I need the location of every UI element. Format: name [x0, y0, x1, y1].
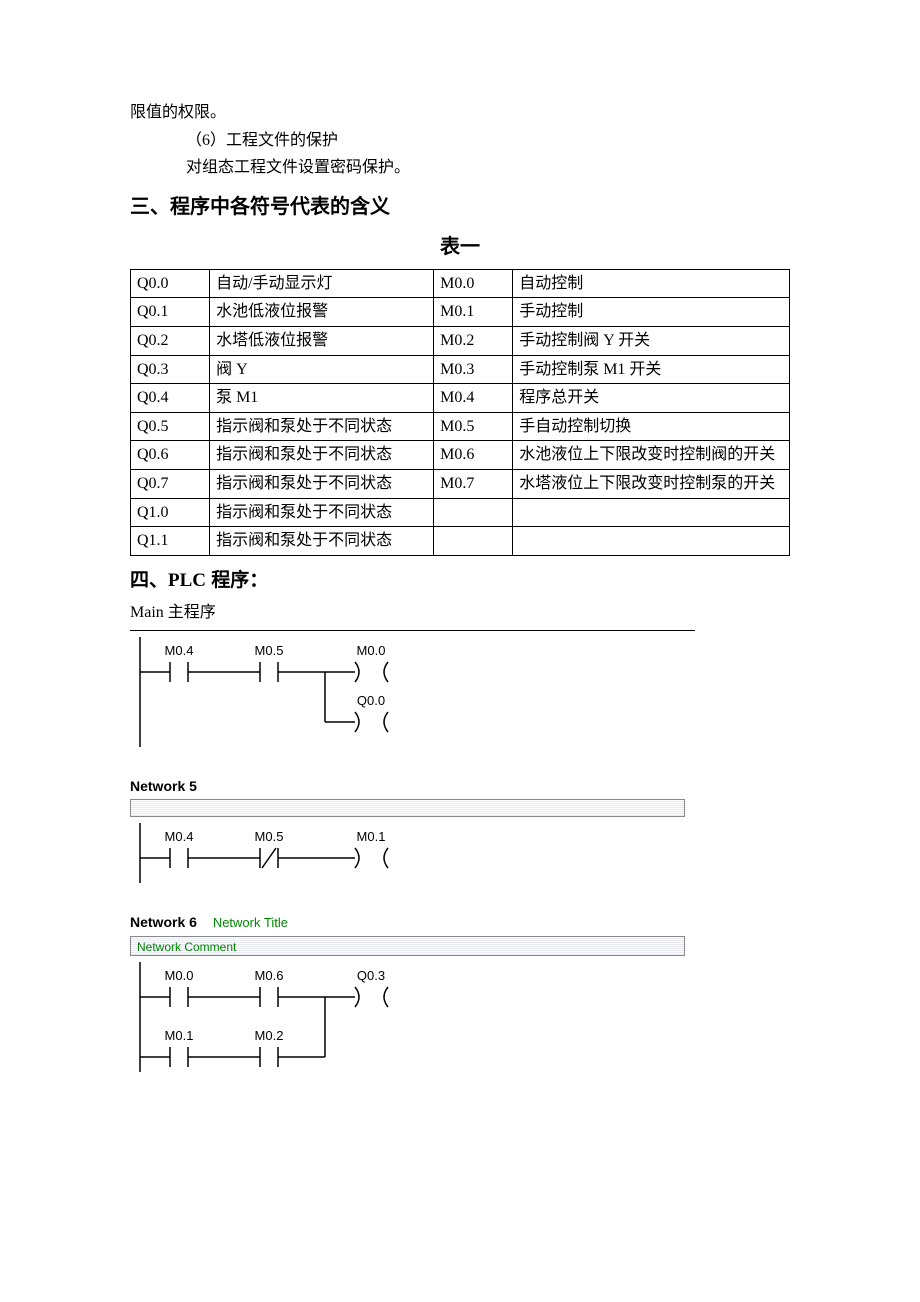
table-cell: 水塔低液位报警: [210, 326, 434, 355]
network-6-label: Network 6 Network Title: [130, 911, 695, 934]
table-caption: 表一: [130, 231, 790, 263]
table-cell: Q0.0: [131, 269, 210, 298]
table-row: Q0.0自动/手动显示灯M0.0自动控制: [131, 269, 790, 298]
table-row: Q0.5指示阀和泵处于不同状态M0.5手自动控制切换: [131, 412, 790, 441]
contact-label: M0.5: [255, 643, 284, 658]
table-row: Q0.4泵 M1M0.4程序总开关: [131, 384, 790, 413]
table-cell: [513, 498, 790, 527]
table-cell: M0.0: [434, 269, 513, 298]
coil-label: Q0.0: [357, 693, 385, 708]
table-cell: Q1.0: [131, 498, 210, 527]
table-cell: [434, 527, 513, 556]
heading4-latin: PLC: [168, 570, 206, 591]
network-5-label: Network 5: [130, 775, 695, 797]
table-row: Q0.6指示阀和泵处于不同状态M0.6水池液位上下限改变时控制阀的开关: [131, 441, 790, 470]
contact-label: M0.5: [255, 829, 284, 844]
table-row: Q1.1指示阀和泵处于不同状态: [131, 527, 790, 556]
table-row: Q0.7指示阀和泵处于不同状态M0.7水塔液位上下限改变时控制泵的开关: [131, 469, 790, 498]
network-6-comment-bar: Network Comment: [130, 936, 685, 956]
coil-label: M0.1: [357, 829, 386, 844]
contact-label: M0.4: [165, 829, 194, 844]
table-cell: [513, 527, 790, 556]
table-cell: 指示阀和泵处于不同状态: [210, 498, 434, 527]
table-cell: M0.6: [434, 441, 513, 470]
table-cell: Q1.1: [131, 527, 210, 556]
table-cell: M0.4: [434, 384, 513, 413]
table-cell: Q0.7: [131, 469, 210, 498]
table-cell: M0.5: [434, 412, 513, 441]
table-cell: 阀 Y: [210, 355, 434, 384]
table-cell: 手动控制: [513, 298, 790, 327]
contact-label: M0.6: [255, 968, 284, 983]
contact-label: M0.4: [165, 643, 194, 658]
ladder-rung-5: M0.4 M0.5 M0.1: [130, 823, 450, 883]
table-row: Q0.1水池低液位报警M0.1手动控制: [131, 298, 790, 327]
table-cell: 指示阀和泵处于不同状态: [210, 469, 434, 498]
table-row: Q1.0指示阀和泵处于不同状态: [131, 498, 790, 527]
table-row: Q0.2水塔低液位报警M0.2手动控制阀 Y 开关: [131, 326, 790, 355]
table-cell: 自动控制: [513, 269, 790, 298]
table-cell: M0.1: [434, 298, 513, 327]
contact-label: M0.2: [255, 1028, 284, 1043]
table-cell: 指示阀和泵处于不同状态: [210, 412, 434, 441]
signal-table: Q0.0自动/手动显示灯M0.0自动控制Q0.1水池低液位报警M0.1手动控制Q…: [130, 269, 790, 556]
para-item6-body: 对组态工程文件设置密码保护。: [130, 155, 790, 181]
ladder-rung-6: M0.0 M0.6 Q0.3 M0.1 M0.2: [130, 962, 450, 1072]
contact-label: M0.1: [165, 1028, 194, 1043]
table-row: Q0.3阀 YM0.3手动控制泵 M1 开关: [131, 355, 790, 384]
table-cell: 水塔液位上下限改变时控制泵的开关: [513, 469, 790, 498]
heading-section-3: 三、程序中各符号代表的含义: [130, 191, 790, 223]
heading4-prefix: 四、: [130, 570, 168, 591]
table-cell: 泵 M1: [210, 384, 434, 413]
ladder-diagram: M0.4 M0.5 M0.0 Q0.0 Network 5 M0.4 M0.5: [130, 630, 695, 1072]
table-cell: Q0.6: [131, 441, 210, 470]
coil-label: Q0.3: [357, 968, 385, 983]
main-program-label: Main 主程序: [130, 600, 790, 626]
table-cell: 指示阀和泵处于不同状态: [210, 441, 434, 470]
table-cell: M0.2: [434, 326, 513, 355]
table-cell: 水池液位上下限改变时控制阀的开关: [513, 441, 790, 470]
table-cell: Q0.4: [131, 384, 210, 413]
table-cell: M0.7: [434, 469, 513, 498]
table-cell: Q0.3: [131, 355, 210, 384]
table-cell: Q0.2: [131, 326, 210, 355]
table-cell: 手动控制泵 M1 开关: [513, 355, 790, 384]
table-cell: 指示阀和泵处于不同状态: [210, 527, 434, 556]
heading-section-4: 四、PLC 程序：: [130, 566, 790, 596]
heading4-suffix: 程序：: [206, 570, 268, 591]
table-cell: [434, 498, 513, 527]
coil-label: M0.0: [357, 643, 386, 658]
table-cell: M0.3: [434, 355, 513, 384]
table-cell: Q0.1: [131, 298, 210, 327]
network-6-label-text: Network 6: [130, 914, 197, 930]
network-5-bar: [130, 799, 685, 817]
para-top-line: 限值的权限。: [130, 100, 790, 126]
ladder-rung-4: M0.4 M0.5 M0.0 Q0.0: [130, 637, 450, 747]
table-cell: 水池低液位报警: [210, 298, 434, 327]
table-cell: 手动控制阀 Y 开关: [513, 326, 790, 355]
network-6-title: Network Title: [213, 915, 288, 930]
table-cell: 手自动控制切换: [513, 412, 790, 441]
table-cell: 自动/手动显示灯: [210, 269, 434, 298]
para-item6-title: （6）工程文件的保护: [130, 128, 790, 154]
table-cell: 程序总开关: [513, 384, 790, 413]
table-cell: Q0.5: [131, 412, 210, 441]
contact-label: M0.0: [165, 968, 194, 983]
